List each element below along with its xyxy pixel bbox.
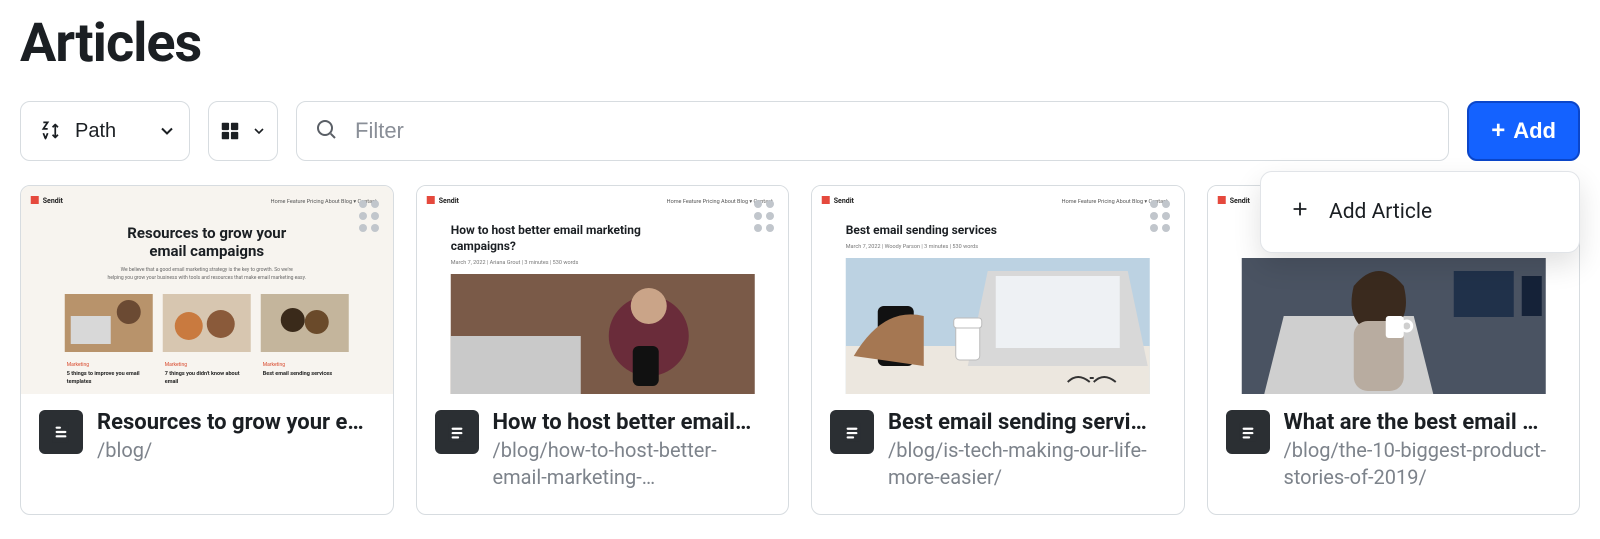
document-icon (1226, 410, 1270, 454)
sort-az-icon (39, 118, 65, 144)
svg-text:Marketing: Marketing (165, 362, 188, 368)
add-article-menu-item[interactable]: Add Article (1261, 180, 1579, 244)
svg-text:We believe that a good email m: We believe that a good email marketing s… (121, 267, 293, 273)
document-icon (39, 410, 83, 454)
card-title: How to host better email… (493, 410, 771, 435)
svg-text:7 things you didn't know about: 7 things you didn't know about (165, 371, 240, 377)
article-card[interactable]: Sendit Home Feature Pricing About Blog ▾… (416, 185, 790, 515)
svg-text:Sendit: Sendit (834, 197, 855, 205)
card-thumbnail: Sendit Home Feature Pricing About Blog ▾… (21, 186, 393, 394)
plus-icon: + (1491, 119, 1505, 143)
card-meta: How to host better email… /blog/how-to-h… (417, 394, 789, 514)
svg-text:campaigns?: campaigns? (450, 239, 515, 253)
chevron-down-icon (251, 123, 267, 139)
search-wrap (296, 101, 1449, 161)
svg-text:helping you grow your business: helping you grow your business with tool… (107, 275, 306, 281)
sort-label: Path (75, 120, 116, 143)
sort-button[interactable]: Path (20, 101, 190, 161)
card-meta: What are the best email … /blog/the-10-b… (1208, 394, 1580, 514)
svg-text:Best email sending services: Best email sending services (846, 223, 997, 237)
drag-handle-icon[interactable] (754, 200, 774, 232)
card-meta: Resources to grow your e… /blog/ (21, 394, 393, 514)
svg-text:5 things to improve you email: 5 things to improve you email (67, 371, 140, 377)
add-article-label: Add Article (1329, 200, 1432, 224)
article-card[interactable]: Sendit Home Feature Pricing About Blog ▾… (20, 185, 394, 515)
document-icon (830, 410, 874, 454)
add-dropdown: Add Article (1260, 171, 1580, 253)
svg-text:Sendit: Sendit (1229, 197, 1250, 205)
card-meta: Best email sending servi… /blog/is-tech-… (812, 394, 1184, 514)
document-icon (435, 410, 479, 454)
card-title: Resources to grow your e… (97, 410, 375, 435)
search-icon (314, 117, 338, 145)
card-path: /blog/the-10-biggest-product-stories-of-… (1284, 437, 1562, 491)
svg-text:Marketing: Marketing (263, 362, 286, 368)
toolbar: Path + Add Add Article (20, 101, 1580, 161)
view-toggle-button[interactable] (208, 101, 278, 161)
page-title: Articles (20, 12, 1580, 75)
card-title: What are the best email … (1284, 410, 1562, 435)
add-button-label: Add (1513, 118, 1556, 144)
svg-text:Marketing: Marketing (67, 362, 90, 368)
card-title: Best email sending servi… (888, 410, 1166, 435)
svg-text:Resources to grow your: Resources to grow your (127, 224, 286, 242)
article-card[interactable]: Sendit Home Feature Pricing About Blog ▾… (811, 185, 1185, 515)
svg-text:Sendit: Sendit (43, 197, 64, 205)
svg-text:Sendit: Sendit (438, 197, 459, 205)
grid-view-icon (219, 120, 241, 142)
card-thumbnail: Sendit Home Feature Pricing About Blog ▾… (417, 186, 789, 394)
drag-handle-icon[interactable] (1150, 200, 1170, 232)
plus-icon (1289, 198, 1311, 226)
svg-text:email: email (165, 379, 179, 385)
card-thumbnail: Sendit Home Feature Pricing About Blog ▾… (812, 186, 1184, 394)
chevron-down-icon (157, 121, 177, 141)
svg-text:March 7, 2022 | Ariana Gro: March 7, 2022 | Ariana Grout | 3 minutes… (450, 260, 578, 266)
svg-text:email campaigns: email campaigns (149, 242, 264, 260)
drag-handle-icon[interactable] (359, 200, 379, 232)
card-path: /blog/is-tech-making-our-life-more-easie… (888, 437, 1166, 491)
svg-text:Best email sending services: Best email sending services (263, 371, 332, 377)
card-path: /blog/ (97, 437, 375, 464)
svg-text:March 7, 2022 | Woody Pars: March 7, 2022 | Woody Parson | 3 minutes… (846, 244, 979, 250)
svg-text:How to host better email marke: How to host better email marketing (450, 223, 640, 237)
add-button[interactable]: + Add (1467, 101, 1580, 161)
filter-input[interactable] (296, 101, 1449, 161)
svg-text:templates: templates (67, 379, 92, 385)
card-path: /blog/how-to-host-better-email-marketing… (493, 437, 771, 491)
